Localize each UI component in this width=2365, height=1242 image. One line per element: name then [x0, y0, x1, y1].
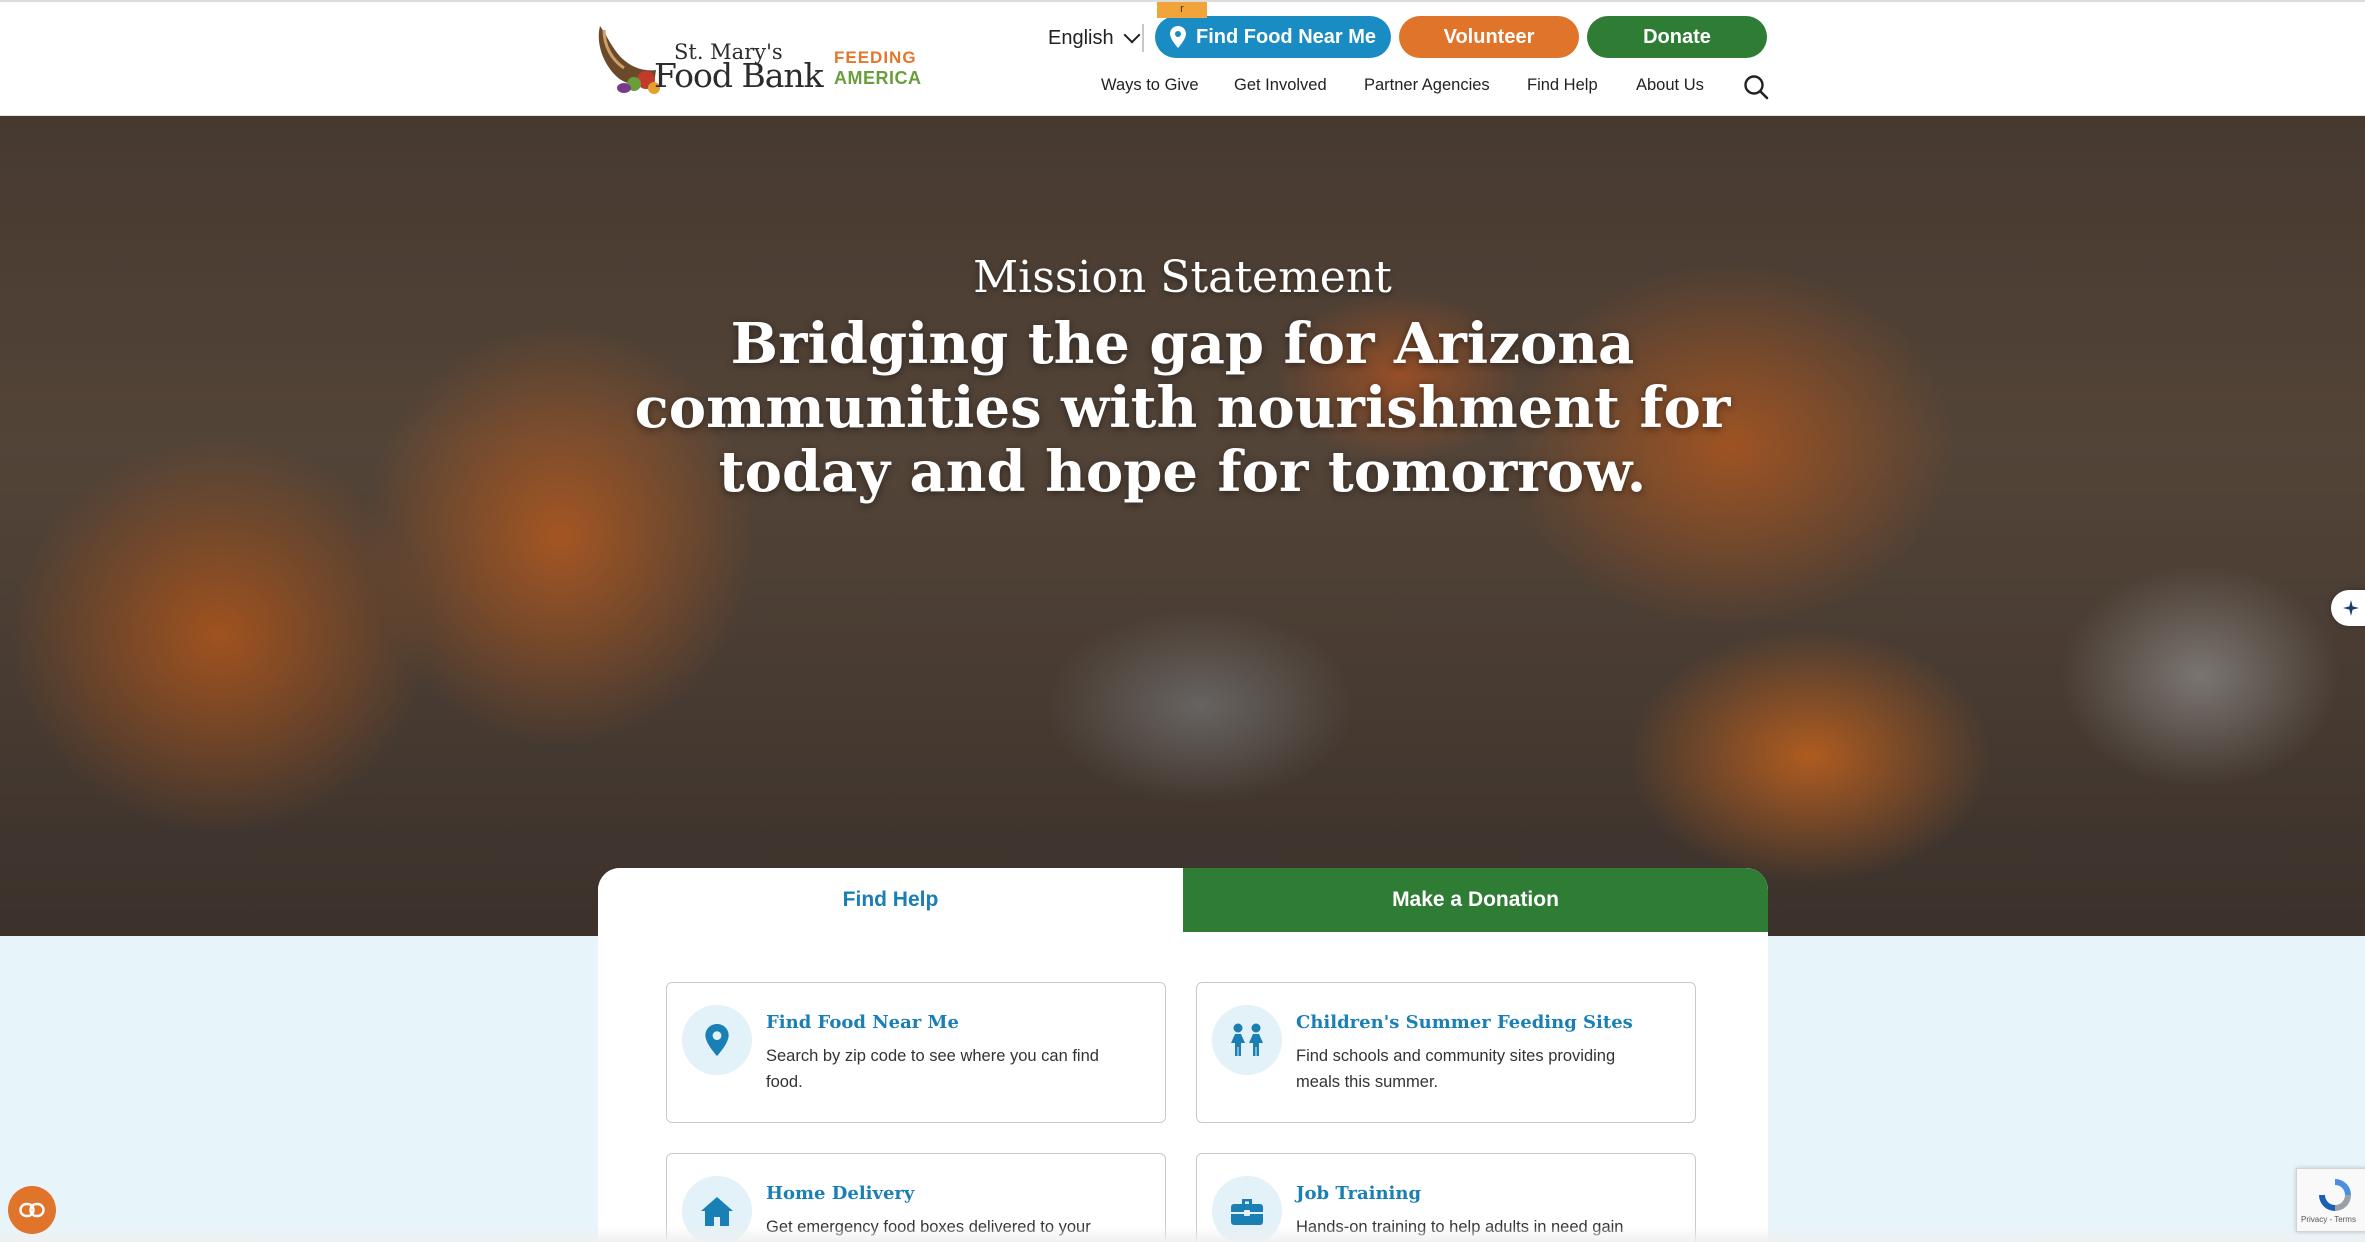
- card-icon-circle: [1212, 1005, 1282, 1075]
- feeding-america-logo[interactable]: FEEDING AMERICA: [834, 44, 924, 94]
- feeding-america-line1: FEEDING: [834, 48, 917, 67]
- card-title: Children's Summer Feeding Sites: [1296, 1012, 1633, 1033]
- card-title: Job Training: [1296, 1183, 1422, 1204]
- recaptcha-icon: [2319, 1179, 2351, 1211]
- card-icon-circle: [682, 1005, 752, 1075]
- hero-banner: Mission Statement Bridging the gap for A…: [0, 116, 2365, 936]
- help-panel: Find Help Make a Donation Find Food Near…: [598, 868, 1768, 1242]
- nav-partner-agencies[interactable]: Partner Agencies: [1364, 76, 1490, 95]
- tab-find-help[interactable]: Find Help: [598, 868, 1183, 932]
- map-pin-icon: [705, 1024, 729, 1056]
- card-title: Find Food Near Me: [766, 1012, 959, 1033]
- card-summer-feeding[interactable]: Children's Summer Feeding Sites Find sch…: [1196, 982, 1696, 1123]
- volunteer-button[interactable]: Volunteer: [1399, 16, 1579, 58]
- st-marys-logo[interactable]: St. Mary's Food Bank: [594, 22, 824, 98]
- logo-line2: Food Bank: [654, 56, 824, 95]
- nav-about-us[interactable]: About Us: [1636, 76, 1704, 95]
- donate-button[interactable]: Donate: [1587, 16, 1767, 58]
- recaptcha-links[interactable]: Privacy - Terms: [2301, 1215, 2356, 1224]
- recaptcha-badge[interactable]: Privacy - Terms: [2296, 1168, 2365, 1232]
- card-find-food[interactable]: Find Food Near Me Search by zip code to …: [666, 982, 1166, 1123]
- donate-label: Donate: [1643, 25, 1711, 48]
- card-title: Home Delivery: [766, 1183, 915, 1204]
- feeding-america-line2: AMERICA: [834, 68, 922, 88]
- top-tag-marker: r: [1157, 2, 1207, 18]
- map-pin-icon: [1170, 26, 1186, 48]
- link-icon: [19, 1202, 45, 1218]
- accessibility-widget-button[interactable]: [8, 1186, 56, 1234]
- side-assistant-tab[interactable]: [2331, 590, 2365, 626]
- bottom-fade: [0, 1226, 2365, 1242]
- card-description: Find schools and community sites providi…: [1296, 1047, 1616, 1091]
- hero-overlay: [0, 116, 2365, 936]
- nav-find-help[interactable]: Find Help: [1527, 76, 1598, 95]
- site-header: St. Mary's Food Bank FEEDING AMERICA Eng…: [0, 0, 2365, 116]
- search-icon[interactable]: [1743, 74, 1769, 100]
- sparkle-icon: [2343, 600, 2359, 616]
- hero-eyebrow: Mission Statement: [973, 252, 1392, 303]
- nav-get-involved[interactable]: Get Involved: [1234, 76, 1327, 95]
- house-icon: [701, 1197, 733, 1226]
- language-selector[interactable]: English: [1048, 22, 1141, 54]
- card-description: Search by zip code to see where you can …: [766, 1047, 1099, 1091]
- children-icon: [1231, 1023, 1263, 1056]
- find-food-button[interactable]: Find Food Near Me: [1155, 16, 1391, 58]
- hero-title: Bridging the gap for Arizona communities…: [634, 311, 1731, 505]
- nav-ways-to-give[interactable]: Ways to Give: [1101, 76, 1199, 95]
- header-divider: [1142, 24, 1144, 52]
- find-food-label: Find Food Near Me: [1196, 25, 1376, 48]
- language-label: English: [1048, 26, 1114, 49]
- volunteer-label: Volunteer: [1443, 25, 1535, 48]
- tab-make-donation[interactable]: Make a Donation: [1183, 868, 1768, 932]
- briefcase-icon: [1231, 1199, 1263, 1225]
- chevron-down-icon: [1123, 26, 1141, 44]
